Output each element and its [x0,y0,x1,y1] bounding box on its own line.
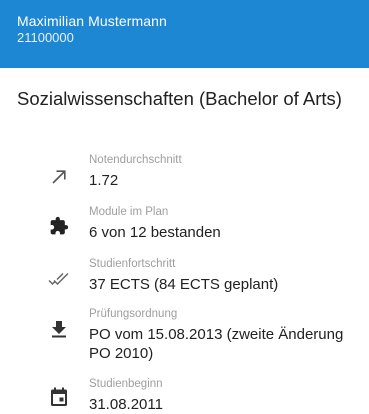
detail-label: Studienbeginn [89,378,163,390]
trending-arrow-icon [46,164,72,190]
student-number: 21100000 [17,30,74,45]
detail-value: 6 von 12 bestanden [89,224,221,241]
detail-label: Studienfortschritt [89,258,176,270]
double-check-icon [46,266,72,292]
degree-title: Sozialwissenschaften (Bachelor of Arts) [17,88,342,109]
detail-value: 37 ECTS (84 ECTS geplant) [89,276,279,293]
detail-label: Prüfungsordnung [89,308,178,320]
detail-value: 1.72 [89,172,119,189]
calendar-icon [46,384,72,410]
detail-label: Notendurchschnitt [89,154,182,166]
profile-header: Maximilian Mustermann 21100000 [0,0,369,68]
student-name: Maximilian Mustermann [17,13,167,29]
detail-value: PO vom 15.08.2013 (zweite Änderung PO 20… [89,326,344,362]
download-icon [46,316,72,342]
puzzle-piece-icon [46,213,72,239]
detail-label: Module im Plan [89,206,169,218]
detail-value: 31.08.2011 [89,396,163,413]
